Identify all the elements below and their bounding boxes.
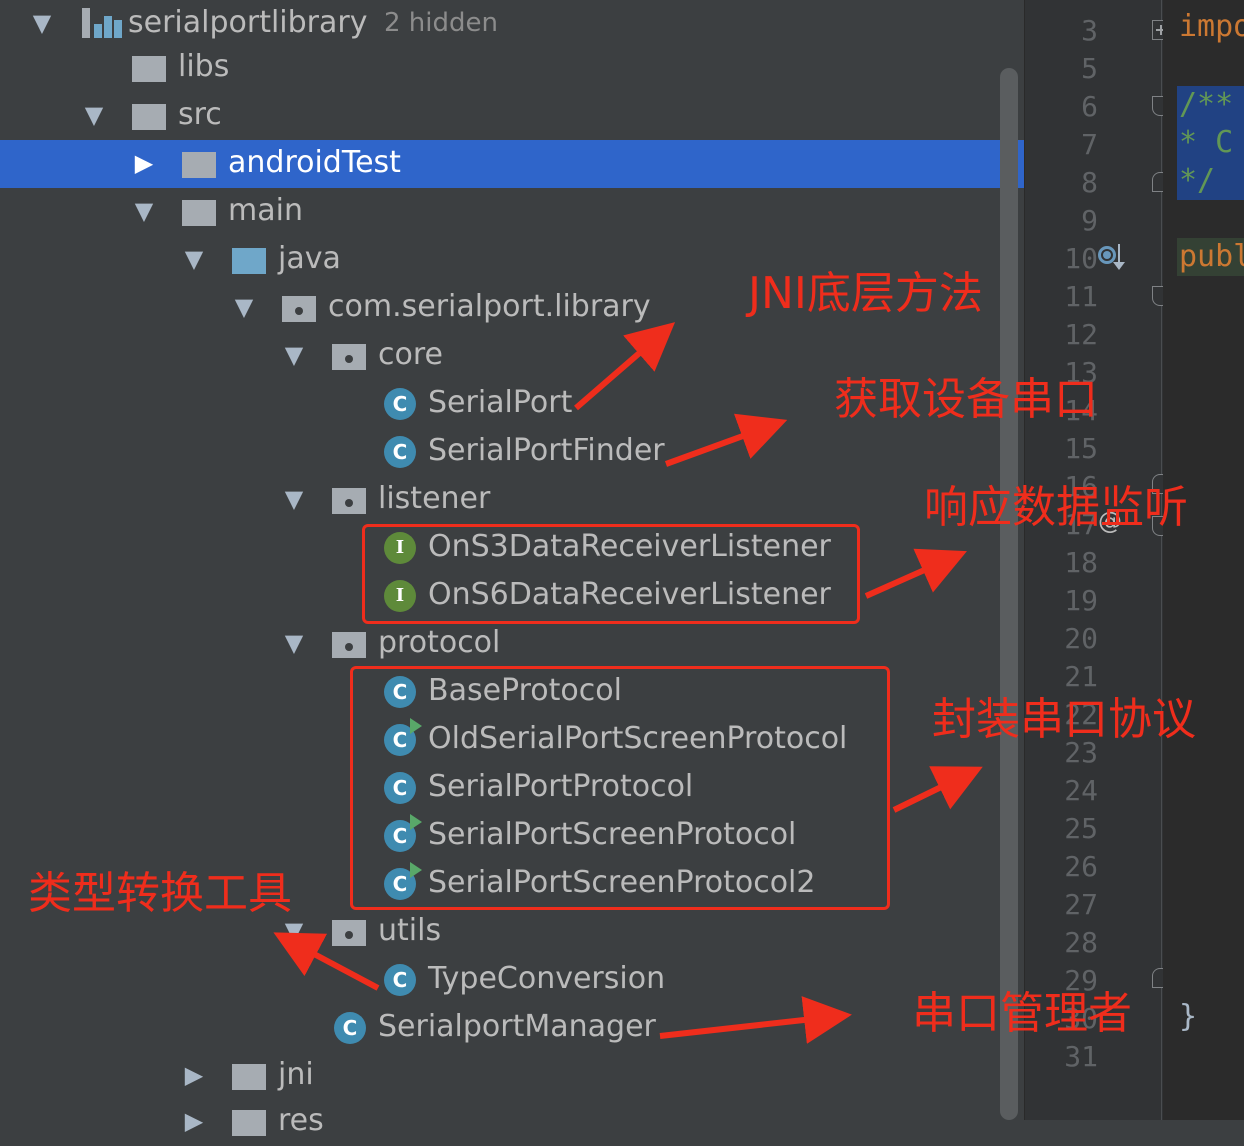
arrow-jni: [574, 322, 676, 411]
annotation-listener: 响应数据监听: [924, 482, 1188, 533]
arrow-utils: [273, 932, 380, 991]
arrow-manager: [659, 996, 852, 1044]
annotation-protocol: 封装串口协议: [932, 694, 1196, 745]
annotation-utils: 类型转换工具: [28, 868, 292, 919]
annotation-manager: 串口管理者: [912, 988, 1132, 1039]
arrow-protocol: [892, 766, 983, 813]
annotation-finder: 获取设备串口: [834, 374, 1098, 425]
arrow-finder: [664, 413, 788, 467]
annotation-arrows: [273, 322, 983, 1044]
arrow-listener: [864, 548, 967, 599]
annotation-jni: JNI底层方法: [748, 268, 983, 319]
